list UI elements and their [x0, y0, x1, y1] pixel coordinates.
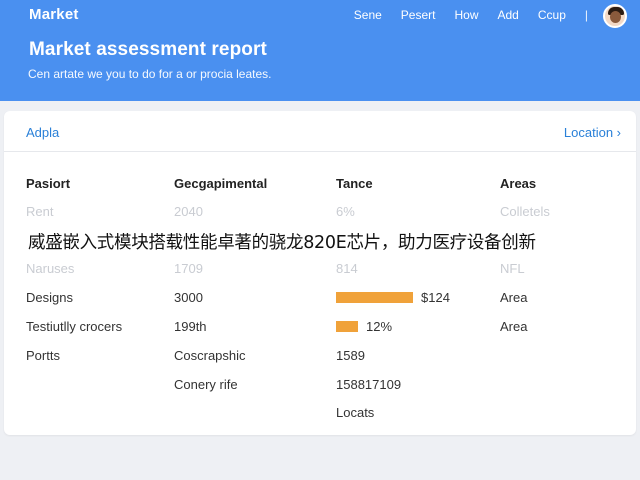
avatar-face: [610, 11, 621, 23]
table-cell: Portts: [26, 348, 60, 363]
table-cell: Area: [500, 319, 528, 334]
table-cell: Locats: [336, 405, 375, 420]
table-cell: $124: [336, 290, 450, 305]
column-header-pasiort: Pasiort: [26, 176, 71, 191]
table-cell: Testiutlly crocers: [26, 319, 123, 334]
progress-bar-designs: [336, 292, 413, 303]
table-cell: Naruses: [26, 261, 75, 276]
page-title: Market assessment report: [29, 39, 267, 60]
table-cell-value: 12%: [366, 319, 393, 334]
nav-separator: |: [584, 8, 588, 22]
table-cell: Colletels: [500, 204, 550, 219]
column-header-areas: Areas: [500, 176, 537, 191]
data-table: Pasiort Gecgapimental Tance Areas Rent 2…: [4, 111, 636, 435]
brand-logo[interactable]: Market: [29, 6, 79, 23]
table-cell: 158817109: [336, 377, 402, 392]
nav-item-pesert[interactable]: Pesert: [401, 8, 436, 22]
table-cell: 6%: [336, 204, 355, 219]
table-cell: 199th: [174, 319, 207, 334]
avatar[interactable]: [603, 4, 627, 28]
table-cell: Designs: [26, 290, 73, 305]
column-header-gecgapimental: Gecgapimental: [174, 176, 268, 191]
progress-bar-testiutlly: [336, 321, 358, 332]
table-cell: NFL: [500, 261, 525, 276]
table-cell: 2040: [174, 204, 203, 219]
nav-item-sene[interactable]: Sene: [354, 8, 382, 22]
nav-item-ccup[interactable]: Ccup: [538, 8, 566, 22]
table-cell: Coscrapshic: [174, 348, 246, 363]
table-cell: 3000: [174, 290, 203, 305]
table-cell: 1709: [174, 261, 203, 276]
table-cell: Conery rife: [174, 377, 238, 392]
table-cell: Area: [500, 290, 528, 305]
column-header-tance: Tance: [336, 176, 373, 191]
table-cell: 814: [336, 261, 358, 276]
nav-item-add[interactable]: Add: [498, 8, 519, 22]
top-header: Market Sene Pesert How Add Ccup | Market…: [0, 0, 640, 101]
caption-overlay: 威盛嵌入式模块搭载性能卓著的骁龙820E芯片，助力医疗设备创新: [28, 233, 536, 253]
report-card: Adpla Location › Pasiort Gecgapimental T…: [4, 111, 636, 435]
nav-item-how[interactable]: How: [454, 8, 478, 22]
table-cell: 1589: [336, 348, 365, 363]
top-nav: Sene Pesert How Add Ccup |: [354, 8, 588, 22]
page-subtitle: Cen artate we you to do for a or procia …: [28, 67, 272, 81]
table-cell-value: $124: [421, 290, 450, 305]
table-cell: Rent: [26, 204, 54, 219]
table-cell: 12%: [336, 319, 392, 334]
